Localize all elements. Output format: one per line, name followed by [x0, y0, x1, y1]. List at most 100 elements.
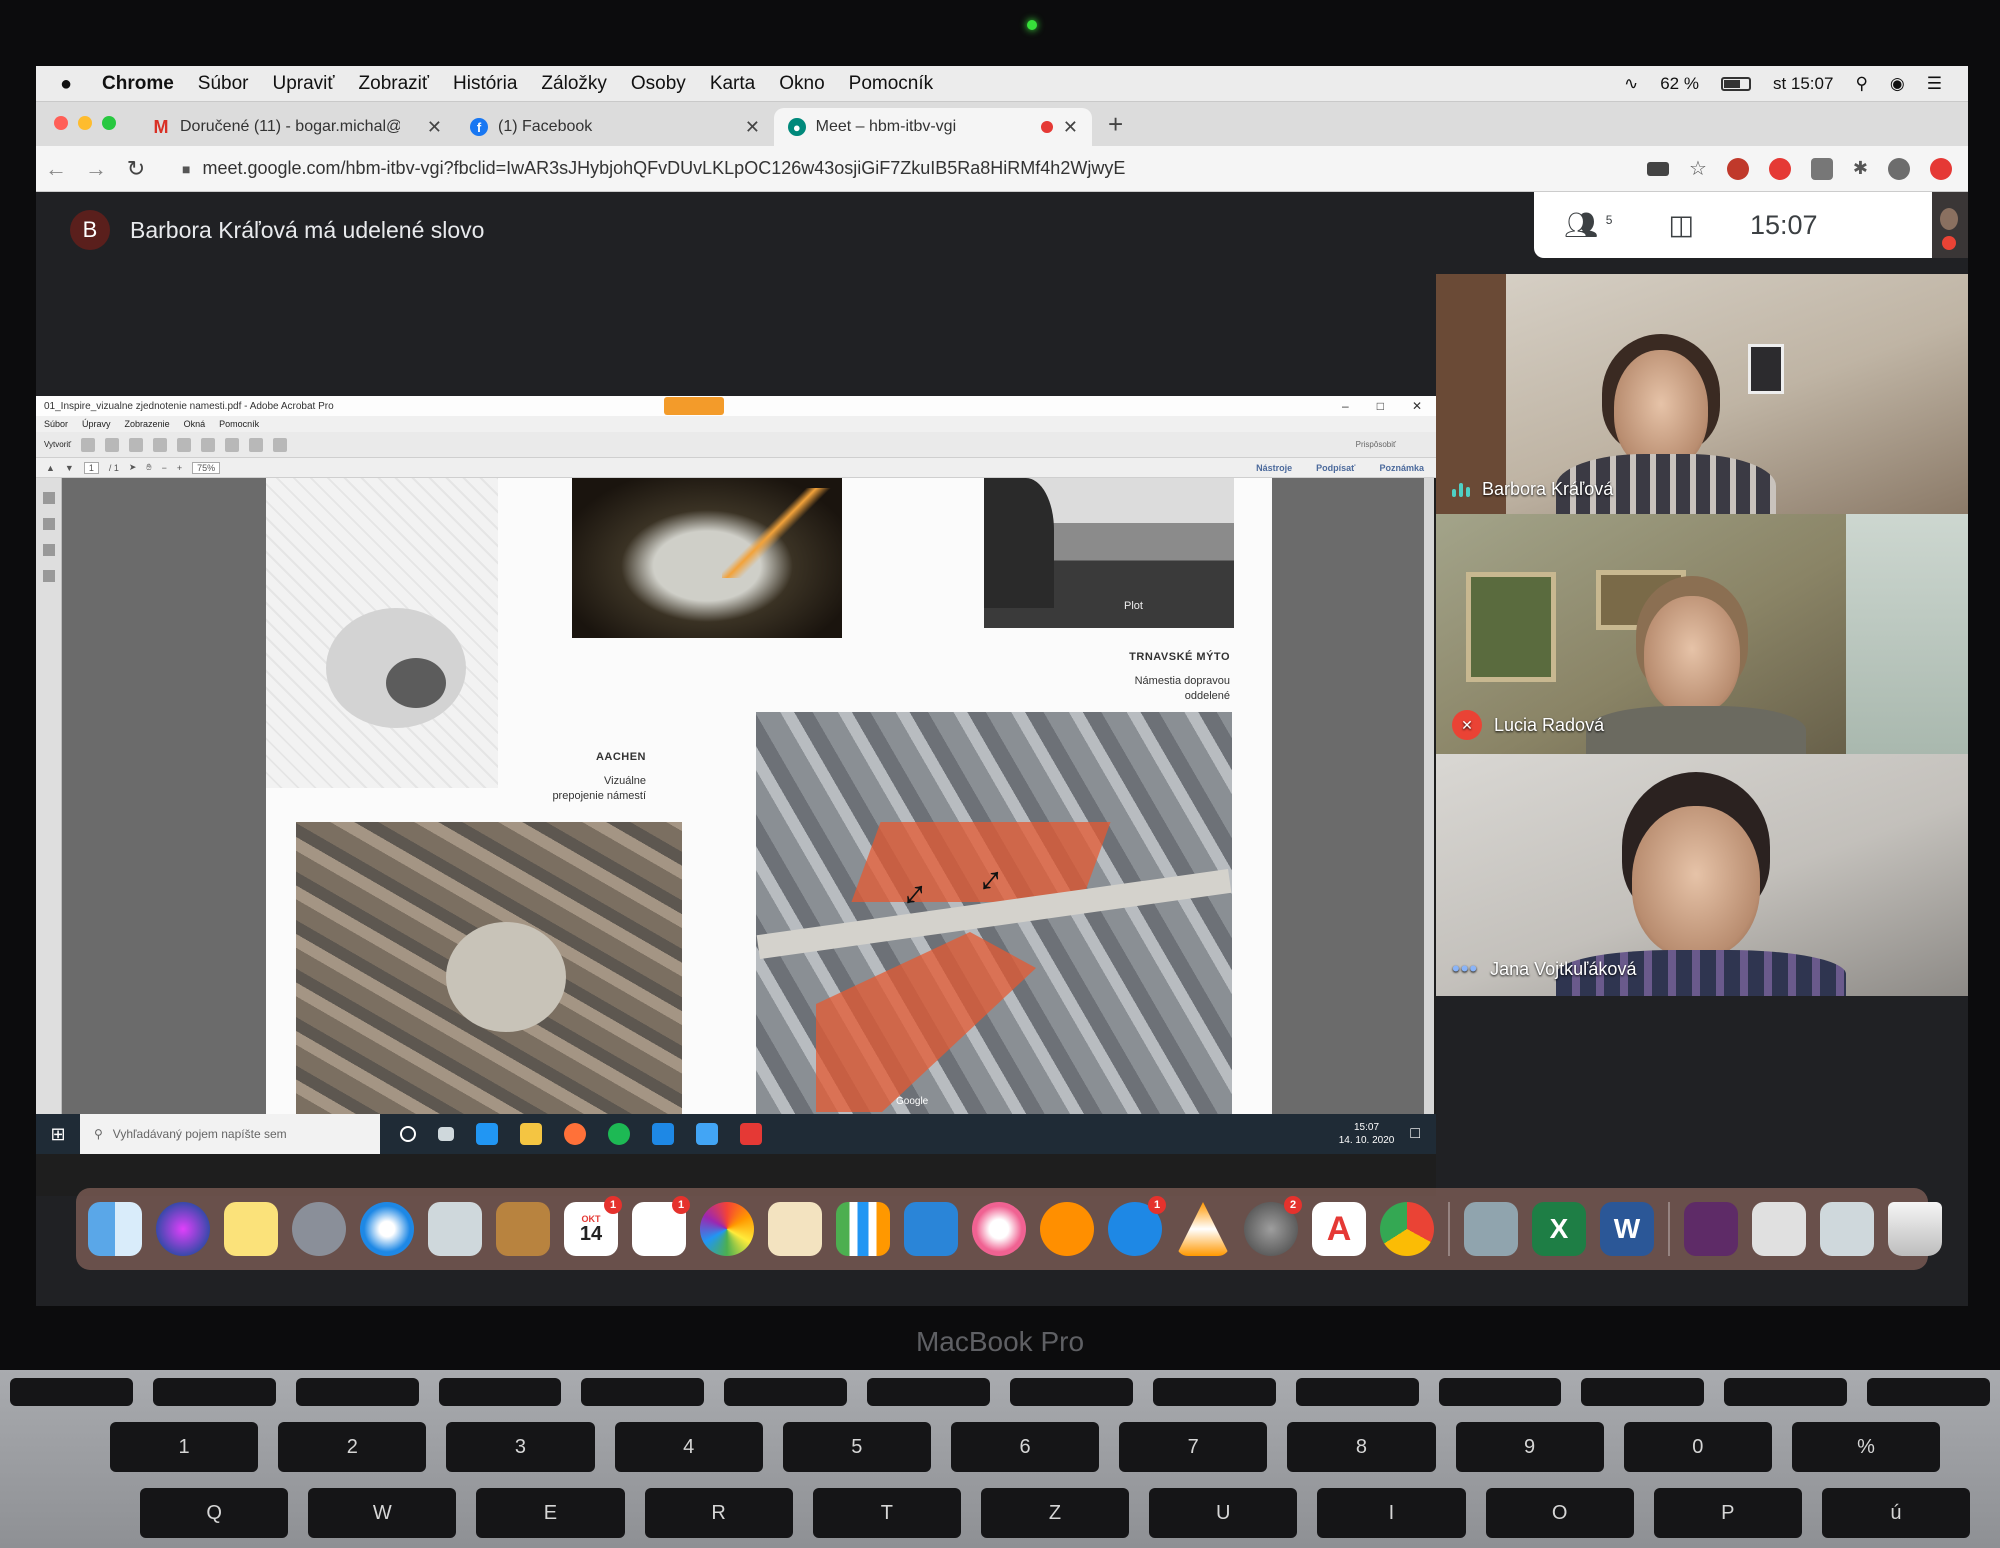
key[interactable]: E — [476, 1488, 625, 1538]
spotlight-icon[interactable]: ⚲ — [1855, 74, 1867, 94]
select-tool-icon[interactable]: ➤ — [129, 462, 137, 473]
app-store-icon[interactable]: 1 — [1108, 1196, 1166, 1256]
preview-icon[interactable] — [1464, 1202, 1518, 1256]
zoom-in-icon[interactable]: + — [177, 463, 182, 473]
edit-icon[interactable] — [153, 437, 168, 452]
taskbar-clock[interactable]: 15:07 14. 10. 2020 — [1339, 1121, 1411, 1147]
new-tab-button[interactable]: + — [1108, 109, 1123, 146]
task-view-icon[interactable] — [438, 1127, 454, 1141]
wifi-icon[interactable]: ∿ — [1624, 74, 1638, 94]
menu-file[interactable]: Súbor — [198, 73, 249, 95]
minimize-window-button[interactable] — [78, 116, 92, 130]
key[interactable]: 7 — [1119, 1422, 1268, 1472]
firefox-icon[interactable] — [564, 1123, 586, 1145]
sign-pane-button[interactable]: Podpísať — [1316, 463, 1355, 473]
puzzle-icon[interactable]: ✱ — [1853, 158, 1868, 179]
key[interactable] — [581, 1378, 705, 1406]
attachments-icon[interactable] — [42, 544, 55, 556]
page-number-input[interactable]: 1 — [83, 461, 99, 474]
chat-icon[interactable]: ◫ — [1668, 210, 1694, 241]
trash-icon[interactable] — [1888, 1202, 1942, 1256]
word-icon[interactable]: W — [1600, 1202, 1654, 1256]
profile-avatar[interactable] — [1888, 157, 1910, 180]
menu-chrome[interactable]: Chrome — [102, 73, 174, 95]
mail-icon[interactable] — [177, 437, 192, 452]
settings-icon[interactable] — [201, 437, 216, 452]
safari-icon[interactable] — [360, 1202, 414, 1256]
opera-icon[interactable] — [1930, 157, 1952, 180]
comment-icon[interactable] — [225, 437, 240, 452]
stamp-icon[interactable] — [249, 437, 264, 452]
close-icon[interactable]: ✕ — [1412, 399, 1422, 413]
zoom-level[interactable]: 75% — [192, 461, 221, 474]
menu-bookmarks[interactable]: Záložky — [541, 73, 606, 95]
close-window-button[interactable] — [54, 116, 68, 130]
reminders-icon[interactable]: 1 — [632, 1196, 690, 1256]
key[interactable]: T — [812, 1488, 961, 1538]
mail-icon[interactable] — [428, 1202, 482, 1256]
back-button[interactable]: ← — [36, 156, 76, 182]
tab-close-icon[interactable]: ✕ — [745, 117, 760, 138]
chrome-icon[interactable] — [1380, 1202, 1434, 1256]
numbers-icon[interactable] — [836, 1202, 890, 1256]
key[interactable]: W — [308, 1488, 457, 1538]
key[interactable] — [1867, 1378, 1991, 1406]
ublock-icon[interactable] — [1726, 157, 1749, 180]
address-bar[interactable]: ■ meet.google.com/hbm-itbv-vgi?fbclid=Iw… — [170, 152, 1550, 186]
zoom-out-icon[interactable]: − — [162, 463, 167, 473]
key[interactable] — [295, 1378, 419, 1406]
key[interactable]: Q — [140, 1488, 289, 1538]
apple-icon[interactable]: ● — [60, 73, 82, 95]
more-options-icon[interactable]: ••• — [1452, 956, 1478, 982]
tab-facebook[interactable]: f (1) Facebook ✕ — [456, 108, 774, 146]
participant-tile-lucia[interactable]: ✕ Lucia Radová — [1436, 514, 1968, 754]
key[interactable]: % — [1791, 1422, 1941, 1472]
save-icon[interactable] — [105, 437, 120, 452]
photos-app-icon[interactable] — [696, 1123, 718, 1145]
key[interactable]: 2 — [278, 1422, 427, 1472]
menu-history[interactable]: História — [453, 73, 517, 95]
photos-icon[interactable] — [700, 1202, 754, 1256]
menu-window[interactable]: Okno — [779, 73, 824, 95]
key[interactable]: 4 — [614, 1422, 763, 1472]
key[interactable] — [1438, 1378, 1562, 1406]
acrobat-dock-icon[interactable]: A — [1312, 1202, 1366, 1256]
vertical-scrollbar[interactable] — [1424, 478, 1434, 1114]
key[interactable] — [1152, 1378, 1276, 1406]
action-center-icon[interactable]: □ — [1410, 1125, 1436, 1143]
participants-button[interactable]: 👥︎ 5 — [1564, 209, 1612, 241]
taskbar-search[interactable]: ⚲ Vyhľadávaný pojem napíšte sem — [80, 1114, 380, 1154]
spotify-icon[interactable] — [608, 1123, 630, 1145]
excel-icon[interactable]: X — [1532, 1202, 1586, 1256]
siri-icon[interactable] — [156, 1202, 210, 1256]
document-canvas[interactable]: Plot TRNAVSKÉ MÝTO Námestia dopravou odd… — [62, 478, 1434, 1114]
downloads-stack-icon[interactable] — [1820, 1202, 1874, 1256]
music-icon[interactable] — [972, 1202, 1026, 1256]
participant-tile-barbora[interactable]: Barbora Kráľová — [1436, 274, 1968, 514]
menubar-clock[interactable]: st 15:07 — [1773, 74, 1834, 94]
reload-button[interactable]: ↻ — [116, 156, 156, 182]
key[interactable] — [724, 1378, 848, 1406]
share-icon[interactable] — [273, 437, 288, 452]
key[interactable] — [867, 1378, 991, 1406]
contacts-icon[interactable] — [496, 1202, 550, 1256]
key[interactable] — [1724, 1378, 1848, 1406]
acrobat-taskbar-icon[interactable] — [740, 1123, 762, 1145]
customize-dropdown[interactable]: Prispôsobiť — [1356, 440, 1436, 449]
print-icon[interactable] — [129, 437, 144, 452]
camera-icon[interactable] — [1646, 161, 1669, 176]
hand-tool-icon[interactable]: ✋︎ — [146, 462, 151, 473]
key[interactable]: I — [1317, 1488, 1466, 1538]
participant-tile-jana[interactable]: ••• Jana Vojtkuľáková — [1436, 754, 1968, 996]
bookmark-star-icon[interactable]: ☆ — [1689, 156, 1707, 181]
next-page-icon[interactable]: ▼ — [65, 463, 74, 473]
notes-icon[interactable] — [224, 1202, 278, 1256]
key[interactable] — [1295, 1378, 1419, 1406]
key[interactable]: Z — [980, 1488, 1130, 1538]
screen-recorder-icon[interactable] — [1684, 1202, 1738, 1256]
calendar-icon[interactable]: OKT 14 1 — [564, 1196, 622, 1256]
restore-icon[interactable]: □ — [1377, 399, 1384, 413]
key[interactable] — [1010, 1378, 1133, 1406]
minimize-icon[interactable]: – — [1342, 399, 1349, 413]
battery-icon[interactable] — [1720, 76, 1751, 91]
